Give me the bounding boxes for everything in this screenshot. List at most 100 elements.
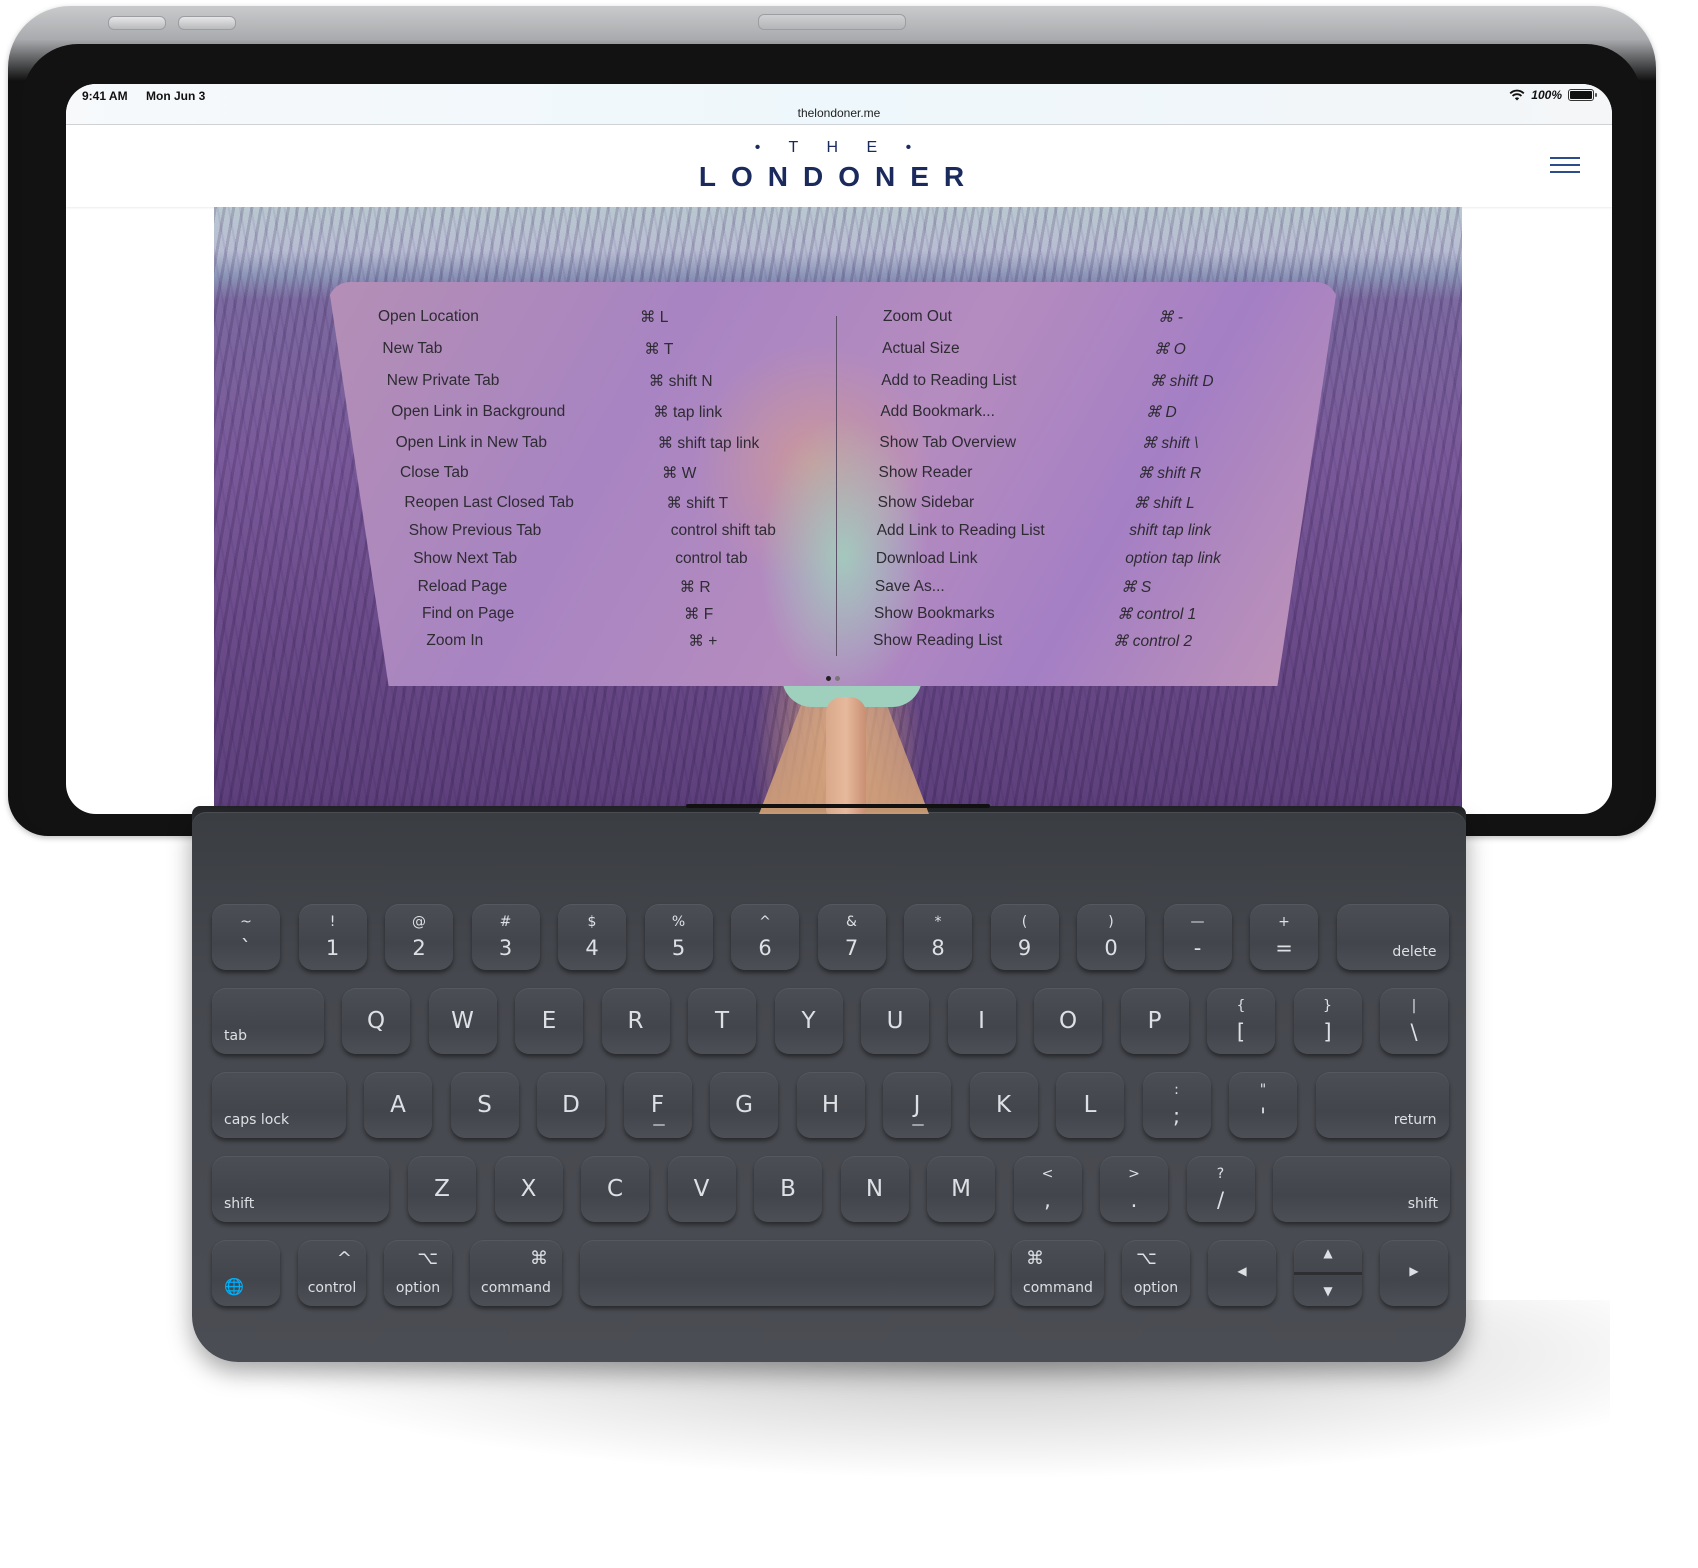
- hamburger-menu-icon[interactable]: [1550, 157, 1580, 175]
- key-O[interactable]: O: [1034, 988, 1102, 1054]
- key-shift-right[interactable]: shift: [1273, 1156, 1450, 1222]
- key-shift-legend: ?: [1216, 1166, 1225, 1182]
- shortcut-keys: option tap link: [1125, 550, 1221, 567]
- key-X[interactable]: X: [494, 1156, 563, 1222]
- shortcut-label: Add to Reading List: [881, 372, 1017, 389]
- shortcut-keys: control tab: [675, 550, 748, 567]
- key-legend: E: [541, 1008, 557, 1034]
- key-legend: delete: [1392, 944, 1437, 960]
- key-0[interactable]: ) 0: [1077, 904, 1145, 970]
- key-command-left[interactable]: ⌘ command: [470, 1240, 562, 1306]
- key-symbol[interactable]: " ': [1229, 1072, 1297, 1138]
- key-option-right[interactable]: ⌥ option: [1122, 1240, 1190, 1306]
- key-legend: tab: [224, 1028, 247, 1044]
- key-legend: 8: [931, 936, 945, 960]
- key-arrow-right[interactable]: ▶: [1380, 1240, 1448, 1306]
- home-indicator[interactable]: [686, 804, 990, 808]
- key-symbol[interactable]: >.: [1100, 1156, 1168, 1222]
- key-8[interactable]: * 8: [904, 904, 972, 970]
- key-6[interactable]: ^ 6: [731, 904, 799, 970]
- key-space[interactable]: [580, 1240, 994, 1306]
- key-caps-lock[interactable]: caps lock: [212, 1072, 346, 1138]
- key-9[interactable]: (9: [990, 904, 1059, 970]
- key-legend: D: [562, 1092, 580, 1118]
- key-symbol[interactable]: ? /: [1186, 1156, 1255, 1222]
- key-I[interactable]: I: [947, 988, 1016, 1054]
- key-J[interactable]: J: [883, 1072, 951, 1138]
- key-legend: 3: [498, 936, 513, 960]
- arrow-up-icon: ▲: [1323, 1246, 1333, 1260]
- page-indicator[interactable]: [328, 668, 1338, 686]
- key-symbol[interactable]: <,: [1013, 1156, 1082, 1222]
- logo-londoner[interactable]: LONDONER: [66, 161, 1612, 193]
- shortcut-label: Close Tab: [400, 464, 469, 481]
- key-symbol[interactable]: | \: [1380, 988, 1448, 1054]
- key-T[interactable]: T: [688, 988, 756, 1054]
- wifi-icon: [1509, 89, 1525, 101]
- key-Z[interactable]: Z: [408, 1156, 476, 1222]
- key-1[interactable]: ! 1: [298, 904, 367, 970]
- key-legend: A: [390, 1092, 406, 1118]
- key-4[interactable]: $4: [558, 904, 626, 970]
- key-legend: option: [1133, 1280, 1179, 1296]
- page-dot[interactable]: [835, 676, 840, 681]
- key-legend: X: [520, 1176, 537, 1202]
- key-P[interactable]: P: [1120, 988, 1189, 1054]
- shortcut-keys: ⌘ shift N: [648, 373, 713, 390]
- key-K[interactable]: K: [969, 1072, 1038, 1138]
- key-=[interactable]: + =: [1250, 904, 1318, 970]
- key-D[interactable]: D: [537, 1072, 605, 1138]
- key-legend: \: [1410, 1020, 1418, 1044]
- key-symbol[interactable]: :;: [1142, 1072, 1211, 1138]
- key-W[interactable]: W: [428, 988, 497, 1054]
- key-S[interactable]: S: [450, 1072, 519, 1138]
- key-symbol[interactable]: {[: [1207, 988, 1275, 1054]
- key-option-left[interactable]: ⌥ option: [384, 1240, 452, 1306]
- key-U[interactable]: U: [861, 988, 929, 1054]
- key-E[interactable]: E: [515, 988, 583, 1054]
- key-H[interactable]: H: [796, 1072, 865, 1138]
- key-shift-left[interactable]: shift: [212, 1156, 389, 1222]
- shortcut-label: Show Next Tab: [413, 550, 518, 567]
- key-N[interactable]: N: [840, 1156, 909, 1222]
- key-M[interactable]: M: [927, 1156, 995, 1222]
- shortcut-label: Show Tab Overview: [879, 434, 1017, 451]
- key-tab[interactable]: tab: [212, 988, 324, 1054]
- key-legend: option: [395, 1280, 441, 1296]
- key-G[interactable]: G: [710, 1072, 778, 1138]
- key-`[interactable]: ~ `: [212, 904, 280, 970]
- key-7[interactable]: & 7: [817, 904, 886, 970]
- key-return[interactable]: return: [1315, 1072, 1449, 1138]
- key-F[interactable]: F: [623, 1072, 692, 1138]
- keyboard-shortcuts-overlay: Open Location ⌘ L New Tab ⌘ T New Private Ta…: [328, 282, 1338, 686]
- key-V[interactable]: V: [667, 1156, 736, 1222]
- key-C[interactable]: C: [581, 1156, 649, 1222]
- key--[interactable]: — -: [1163, 904, 1232, 970]
- key-arrow-left[interactable]: ◀: [1208, 1240, 1276, 1306]
- key-B[interactable]: B: [754, 1156, 822, 1222]
- key-A[interactable]: A: [364, 1072, 432, 1138]
- key-legend: ;: [1172, 1104, 1181, 1128]
- key-2[interactable]: @2: [385, 904, 453, 970]
- key-5[interactable]: % 5: [644, 904, 713, 970]
- key-delete[interactable]: delete: [1336, 904, 1449, 970]
- key-symbol[interactable]: }]: [1293, 988, 1362, 1054]
- url-bar[interactable]: thelondoner.me: [66, 106, 1612, 120]
- key-shift-legend: ": [1259, 1082, 1267, 1098]
- key-Y[interactable]: Y: [774, 988, 843, 1054]
- key-control[interactable]: ^ control: [298, 1240, 366, 1306]
- page-dot[interactable]: [826, 676, 831, 681]
- key-legend: =: [1275, 936, 1293, 960]
- key-shift-legend: *: [934, 914, 942, 930]
- key-R[interactable]: R: [601, 988, 670, 1054]
- home-row-bump: [912, 1124, 924, 1126]
- key-command-right[interactable]: ⌘ command: [1012, 1240, 1104, 1306]
- shortcut-label: Add Bookmark...: [880, 403, 995, 420]
- logo-the: • T H E •: [754, 139, 924, 156]
- shortcut-label: Show Bookmarks: [874, 605, 995, 622]
- key-3[interactable]: #3: [471, 904, 540, 970]
- key-arrow-up-down[interactable]: ▲ ▼: [1294, 1240, 1362, 1306]
- key-Q[interactable]: Q: [342, 988, 410, 1054]
- key-globe[interactable]: 🌐: [212, 1240, 280, 1306]
- key-L[interactable]: L: [1056, 1072, 1124, 1138]
